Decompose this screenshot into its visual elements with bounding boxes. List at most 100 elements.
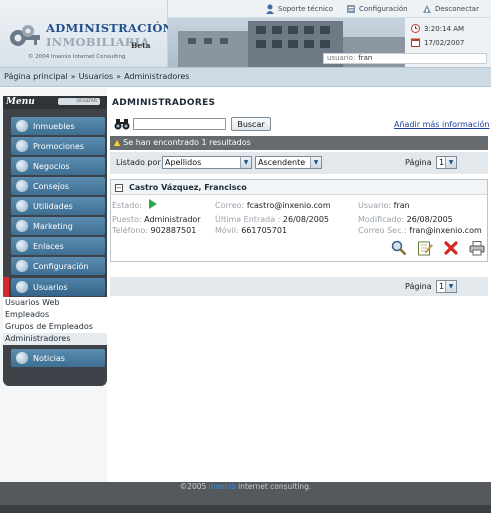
- footer-brand[interactable]: inxenio: [209, 482, 236, 491]
- footer-text: ©2005 inxenio internet consulting.: [0, 482, 491, 491]
- support-icon: [266, 4, 274, 14]
- movil-value: 661705701: [241, 226, 288, 235]
- telefono-field: Teléfono: 902887501: [112, 226, 196, 235]
- calendar-icon: [411, 38, 420, 47]
- puesto-label: Puesto:: [112, 215, 142, 224]
- page-label: Página: [405, 158, 432, 167]
- sidebar-item-usuarios[interactable]: Usuarios: [11, 278, 105, 296]
- sort-order-select[interactable]: Ascendente ▼: [255, 156, 322, 169]
- footer-suffix: internet consulting.: [235, 482, 312, 491]
- submenu-grupos-empleados[interactable]: Grupos de Empleados: [5, 322, 93, 331]
- telefono-value: 902887501: [150, 226, 197, 235]
- movil-label: Móvil:: [215, 226, 239, 235]
- collapse-toggle-icon[interactable]: −: [115, 184, 123, 192]
- usuario-value: fran: [393, 201, 410, 210]
- sort-field-value: Apellidos: [165, 158, 202, 167]
- menu-title: Menu: [6, 97, 35, 107]
- sidebar-item-consejos[interactable]: Consejos: [11, 177, 105, 195]
- current-time: 3:20:14 AM: [424, 24, 465, 33]
- estado-label: Estado:: [112, 201, 142, 210]
- sidebar-item-label: Negocios: [33, 161, 70, 171]
- settings-link-label: Configuración: [359, 5, 408, 13]
- print-icon[interactable]: [469, 240, 485, 256]
- correo-field: Correo: fcastro@inxenio.com: [215, 201, 331, 210]
- modificado-field: Modificado: 26/08/2005: [358, 215, 453, 224]
- logo-keys-icon: [10, 25, 40, 46]
- search-input[interactable]: [133, 118, 226, 130]
- search-icon[interactable]: [391, 240, 407, 256]
- ultima-entrada-value: 26/08/2005: [282, 215, 330, 224]
- sidebar-item-marketing[interactable]: Marketing: [11, 217, 105, 235]
- sidebar-item-label: Enlaces: [33, 241, 64, 251]
- sidebar-item-label: Promociones: [33, 141, 85, 151]
- gear-icon: [16, 260, 28, 272]
- puesto-value: Administrador: [144, 215, 201, 224]
- gear-icon: [16, 200, 28, 212]
- submenu-empleados[interactable]: Empleados: [5, 310, 49, 319]
- delete-icon[interactable]: [443, 240, 459, 256]
- breadcrumb-users[interactable]: Usuarios: [79, 72, 114, 81]
- sidebar-item-negocios[interactable]: Negocios: [11, 157, 105, 175]
- ultima-entrada-label: Última Entrada :: [215, 215, 281, 224]
- results-bar: ▲ Se han encontrado 1 resultados: [110, 136, 488, 150]
- sidebar-item-label: Inmuebles: [33, 121, 75, 131]
- sidebar-item-utilidades[interactable]: Utilidades: [11, 197, 105, 215]
- page-select-top[interactable]: 1 ▼: [436, 156, 457, 169]
- current-user-box: usuario: fran: [323, 53, 487, 64]
- page-select-bottom[interactable]: 1 ▼: [436, 280, 457, 293]
- correo-label: Correo:: [215, 201, 245, 210]
- submenu-administradores[interactable]: Administradores: [5, 334, 70, 343]
- sort-label: Listado por: [116, 158, 161, 167]
- logout-link[interactable]: Desconectar: [422, 4, 479, 14]
- menu-collapse-button[interactable]: OCULTAR: [58, 98, 100, 105]
- logout-icon: [423, 5, 431, 13]
- date-row: 17/02/2007: [411, 38, 464, 47]
- submenu-usuarios-web[interactable]: Usuarios Web: [5, 298, 60, 307]
- add-more-info-link[interactable]: Añadir más información: [394, 120, 489, 129]
- support-link[interactable]: Soporte técnico: [265, 4, 333, 14]
- search-button[interactable]: Buscar: [231, 117, 271, 131]
- correo-sec-value: fran@inxenio.com: [409, 226, 482, 235]
- page-select-value: 1: [439, 282, 445, 291]
- settings-icon: [347, 5, 355, 13]
- support-link-label: Soporte técnico: [278, 5, 334, 13]
- sidebar-item-label: Consejos: [33, 181, 69, 191]
- business-icon: [16, 160, 28, 172]
- page-label-bottom: Página: [405, 282, 432, 291]
- sidebar-item-configuracion[interactable]: Configuración: [11, 257, 105, 275]
- sidebar-item-promociones[interactable]: Promociones: [11, 137, 105, 155]
- logo: ADMINISTRACIÓN INMOBILIARIA Beta © 2004 …: [0, 0, 173, 67]
- links-icon: [16, 240, 28, 252]
- tips-icon: [16, 180, 28, 192]
- marketing-icon: [16, 220, 28, 232]
- clock-icon: [411, 24, 420, 33]
- logo-title: ADMINISTRACIÓN: [46, 21, 174, 35]
- breadcrumb: Página principal» Usuarios» Administradore…: [0, 67, 491, 87]
- record-name: Castro Vázquez, Francisco: [129, 183, 247, 192]
- settings-link[interactable]: Configuración: [346, 4, 408, 14]
- logo-copyright: © 2004 Inxenio Internet Consulting: [28, 54, 126, 60]
- play-status-icon[interactable]: [149, 199, 157, 209]
- correo-sec-field: Correo Sec.: fran@inxenio.com: [358, 226, 482, 235]
- sidebar-item-label: Noticias: [33, 353, 65, 363]
- edit-icon[interactable]: [417, 240, 433, 256]
- user-label: usuario:: [327, 54, 356, 62]
- page-select-value: 1: [439, 158, 445, 167]
- sidebar-item-label: Usuarios: [33, 282, 68, 292]
- sidebar-item-noticias[interactable]: Noticias: [11, 349, 105, 367]
- breadcrumb-home[interactable]: Página principal: [4, 72, 68, 81]
- sidebar-item-enlaces[interactable]: Enlaces: [11, 237, 105, 255]
- results-text: Se han encontrado 1 resultados: [123, 138, 251, 147]
- sidebar-item-label: Marketing: [33, 221, 73, 231]
- sort-field-select[interactable]: Apellidos ▼: [162, 156, 252, 169]
- chevron-down-icon: ▼: [445, 157, 456, 168]
- correo-value: fcastro@inxenio.com: [246, 201, 331, 210]
- breadcrumb-separator: »: [70, 72, 76, 81]
- sidebar-item-inmuebles[interactable]: Inmuebles: [11, 117, 105, 135]
- news-icon: [16, 352, 28, 364]
- users-icon: [16, 281, 28, 293]
- telefono-label: Teléfono:: [112, 226, 148, 235]
- sidebar-item-label: Configuración: [33, 261, 89, 271]
- chevron-down-icon: ▼: [445, 281, 456, 292]
- current-date: 17/02/2007: [424, 38, 465, 47]
